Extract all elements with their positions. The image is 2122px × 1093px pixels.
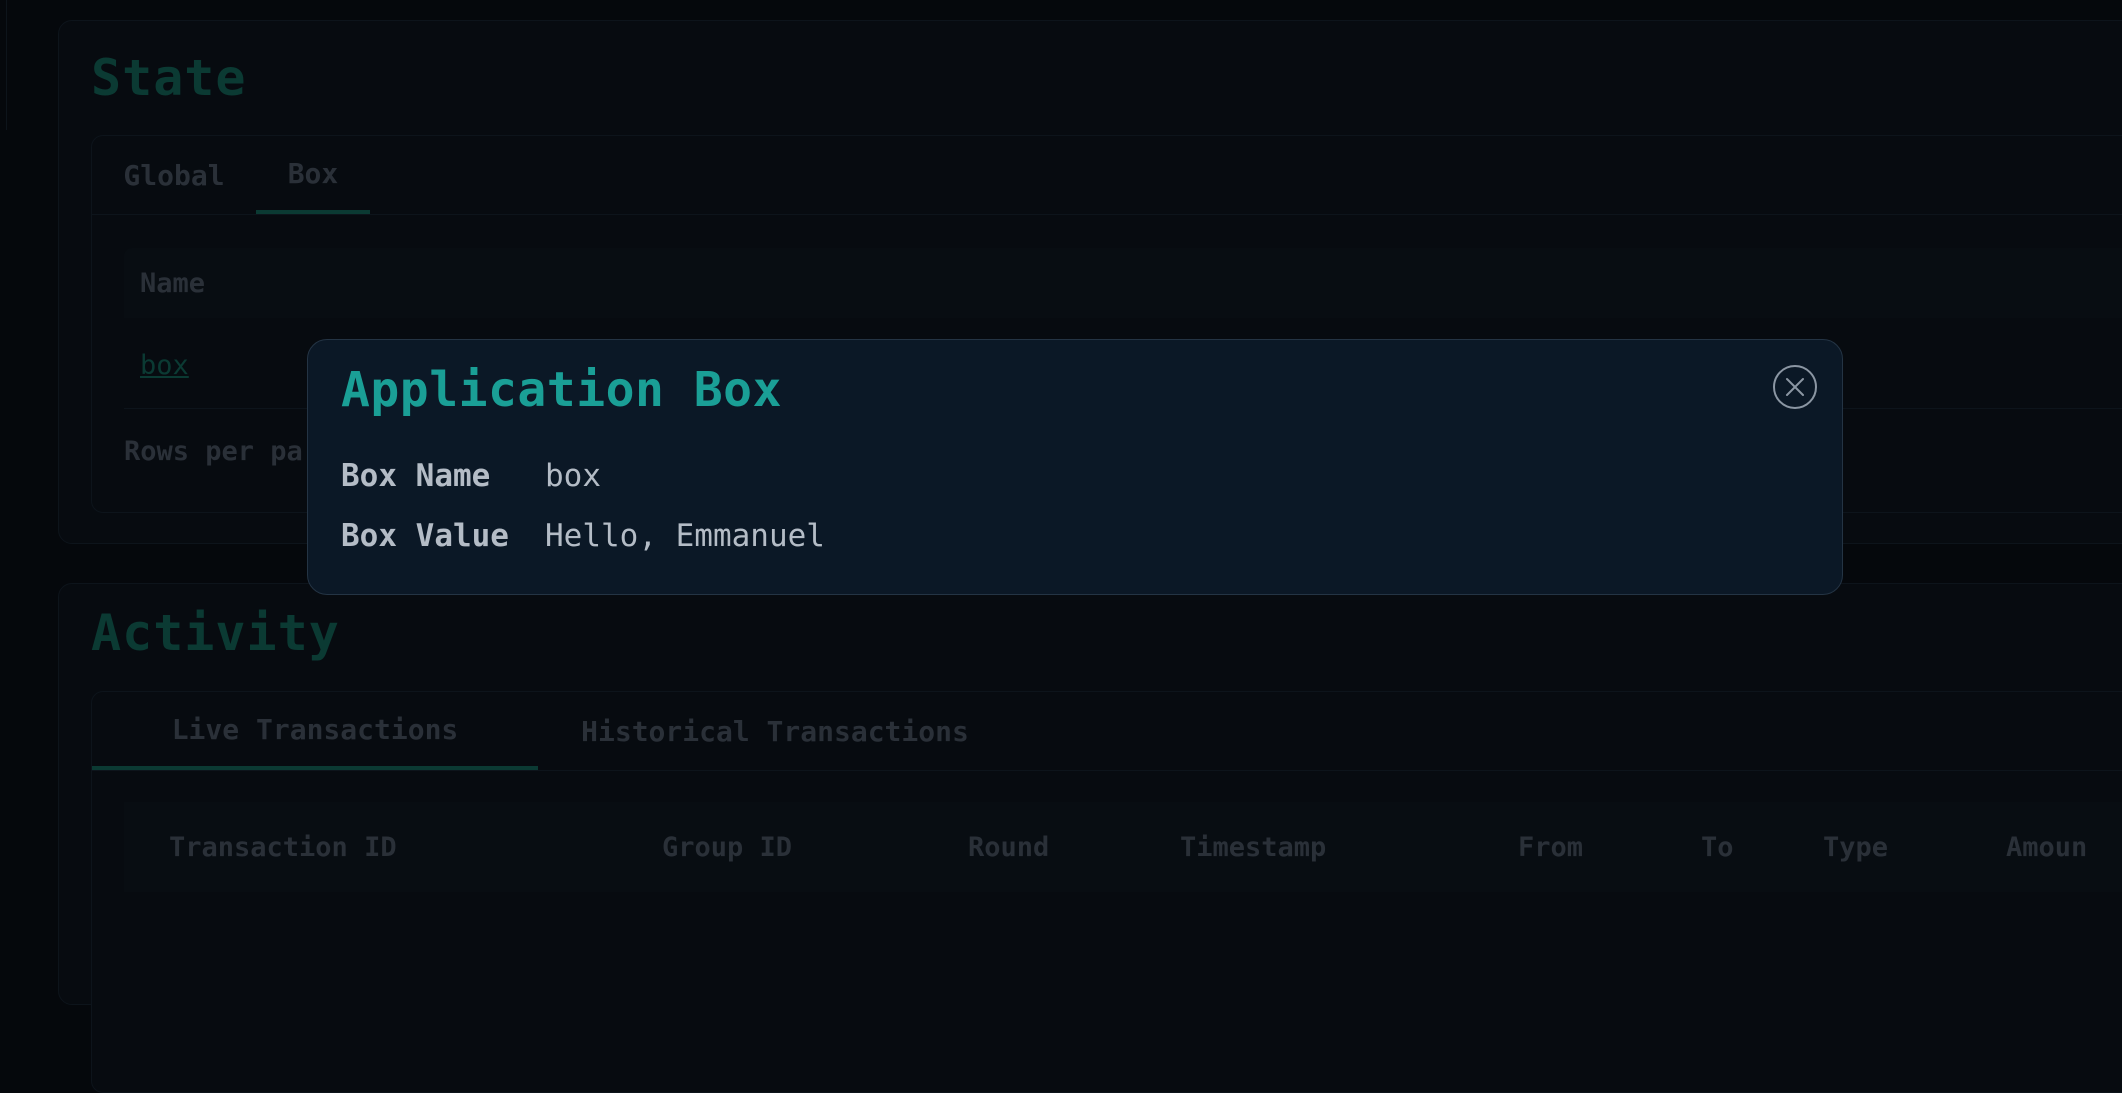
- box-value-label: Box Value: [341, 518, 509, 554]
- page: State Global Box Name box Rows per pa Ac…: [0, 0, 2122, 1093]
- box-name-link[interactable]: box: [140, 350, 189, 381]
- column-header-round: Round: [968, 831, 1050, 863]
- column-header-amount: Amoun: [2006, 831, 2088, 863]
- activity-title: Activity: [91, 604, 340, 662]
- box-name-value: box: [545, 458, 601, 494]
- tab-global[interactable]: Global: [92, 136, 256, 214]
- close-icon: [1786, 378, 1804, 396]
- column-header-to: To: [1701, 831, 1734, 863]
- tab-live-transactions[interactable]: Live Transactions: [92, 692, 538, 770]
- transactions-table-header: Transaction ID Group ID Round Timestamp …: [124, 802, 2122, 892]
- close-button[interactable]: [1773, 365, 1817, 409]
- tab-box[interactable]: Box: [256, 136, 370, 214]
- activity-card: Live Transactions Historical Transaction…: [91, 691, 2122, 1093]
- activity-tabs: Live Transactions Historical Transaction…: [92, 692, 2122, 771]
- tab-historical-transactions[interactable]: Historical Transactions: [538, 692, 1012, 770]
- column-header-type: Type: [1823, 831, 1889, 863]
- column-header-group-id: Group ID: [662, 831, 793, 863]
- rows-per-page-label: Rows per pa: [124, 436, 303, 467]
- state-title: State: [91, 49, 247, 107]
- column-header-transaction-id: Transaction ID: [169, 831, 397, 863]
- column-header-name[interactable]: Name: [140, 248, 205, 318]
- box-value-value: Hello, Emmanuel: [545, 518, 825, 554]
- left-sidebar-edge: [0, 0, 7, 130]
- dialog-title: Application Box: [341, 362, 782, 418]
- column-header-timestamp: Timestamp: [1180, 831, 1327, 863]
- column-header-from: From: [1518, 831, 1584, 863]
- state-tabs: Global Box: [92, 136, 2122, 215]
- box-name-label: Box Name: [341, 458, 491, 494]
- box-table-header: Name: [124, 248, 2122, 318]
- application-box-dialog: Application Box Box Name box Box Value H…: [307, 339, 1843, 595]
